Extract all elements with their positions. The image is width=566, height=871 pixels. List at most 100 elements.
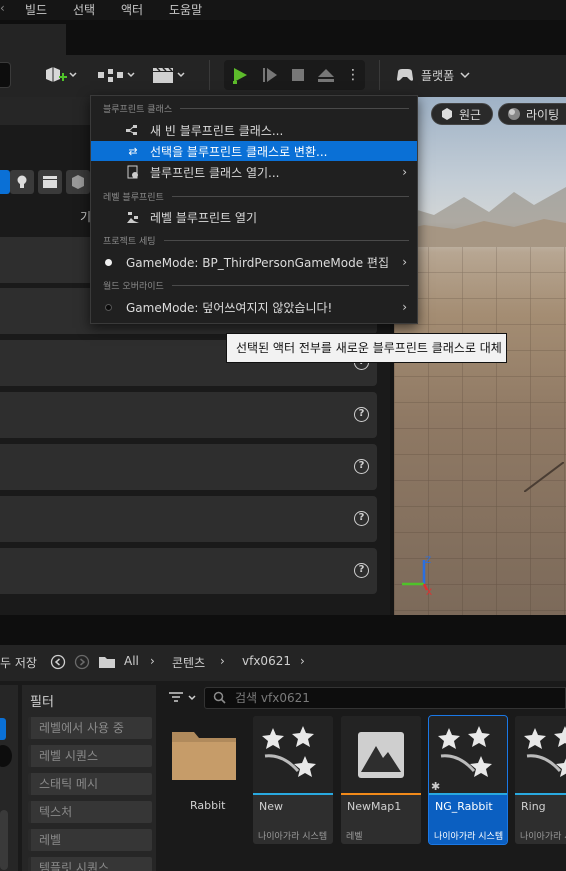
cinematics-button[interactable] xyxy=(150,64,190,86)
shuffle-icon: ⇄ xyxy=(128,144,138,158)
settings-row[interactable]: ? xyxy=(0,496,377,542)
breadcrumb-content[interactable]: 콘텐츠 xyxy=(172,654,205,671)
scrollbar[interactable] xyxy=(0,810,8,870)
add-cube-icon xyxy=(46,67,77,82)
status-dot-icon xyxy=(105,303,112,311)
play-icon xyxy=(233,68,247,84)
level-blueprint-icon xyxy=(125,209,141,225)
sources-panel-strip xyxy=(0,685,18,871)
help-icon[interactable]: ? xyxy=(354,459,369,474)
clapperboard-icon xyxy=(153,67,185,83)
filter-item[interactable]: 텍스처 xyxy=(28,801,152,823)
folder-thumbnail-icon[interactable] xyxy=(170,726,238,782)
menu-section-header: 월드 오버라이드 xyxy=(103,279,409,292)
filter-dropdown-button[interactable] xyxy=(168,690,200,706)
blueprint-menu-button[interactable] xyxy=(96,64,136,86)
status-dot-icon xyxy=(105,258,112,266)
tab-strip xyxy=(0,20,566,55)
asset-tile-new[interactable]: New 나이아가라 시스템 xyxy=(253,716,333,844)
add-actor-button[interactable] xyxy=(40,64,80,86)
asset-name: New xyxy=(259,800,283,813)
level-map-icon xyxy=(358,732,404,778)
asset-name: NG_Rabbit xyxy=(435,800,493,813)
filter-item[interactable]: 레벨에서 사용 중 xyxy=(28,717,152,739)
filter-item[interactable]: 스태틱 메시 xyxy=(28,773,152,795)
lighting-toggle[interactable]: 라이팅 xyxy=(498,103,566,125)
skip-icon xyxy=(263,68,277,82)
stop-button[interactable] xyxy=(286,64,310,86)
filter-panel: 필터 레벨에서 사용 중 레벨 시퀀스 스태틱 메시 텍스처 레벨 템플릿 시퀀… xyxy=(22,685,156,871)
cinematic-icon[interactable] xyxy=(38,170,62,194)
breadcrumb-separator: › xyxy=(150,654,155,668)
menu-bar: ‹ 빌드 선택 액터 도움말 xyxy=(0,0,566,20)
settings-row[interactable]: ? xyxy=(0,548,377,594)
breadcrumb-all[interactable]: All xyxy=(124,654,139,668)
blueprint-nodes-icon xyxy=(98,69,135,82)
menu-select[interactable]: 선택 xyxy=(73,1,95,18)
toolbar-separator-2 xyxy=(379,60,380,90)
back-arrow-icon[interactable] xyxy=(50,654,66,670)
save-all-button[interactable]: 두 저장 xyxy=(0,654,37,671)
shadow-streak xyxy=(524,462,564,492)
menu-edge-glyph: ‹ xyxy=(0,1,5,15)
world-gamemode-item[interactable]: GameMode: 덮어쓰여지지 않았습니다! › xyxy=(91,297,417,317)
help-icon[interactable]: ? xyxy=(354,511,369,526)
asset-tile-newmap1[interactable]: NewMap1 레벨 xyxy=(341,716,421,844)
convert-to-blueprint-item[interactable]: ⇄ 선택을 블루프린트 클래스로 변환... xyxy=(91,141,417,161)
asset-type: 레벨 xyxy=(346,832,363,842)
selected-source-marker xyxy=(0,718,6,740)
chevron-right-icon: › xyxy=(402,165,407,179)
filter-title: 필터 xyxy=(30,695,54,710)
play-button[interactable] xyxy=(228,64,252,86)
lit-sphere-icon xyxy=(508,108,520,120)
chevron-down-icon xyxy=(460,72,470,79)
breadcrumb-separator: › xyxy=(300,654,305,668)
light-bulb-icon[interactable] xyxy=(10,170,34,194)
open-blueprint-class-item[interactable]: 블루프린트 클래스 열기... › xyxy=(91,162,417,182)
svg-text:✱: ✱ xyxy=(431,780,440,793)
select-mode-icon[interactable] xyxy=(0,170,10,194)
new-blueprint-class-item[interactable]: 새 빈 블루프린트 클래스... xyxy=(91,120,417,140)
blueprint-dropdown-menu: 블루프린트 클래스 새 빈 블루프린트 클래스... ⇄ 선택을 블루프린트 클… xyxy=(90,95,418,324)
project-gamemode-item[interactable]: GameMode: BP_ThirdPersonGameMode 편집 › xyxy=(91,252,417,272)
folder-icon xyxy=(99,657,115,668)
open-level-blueprint-item[interactable]: 레벨 블루프린트 열기 xyxy=(91,207,417,227)
forward-arrow-icon[interactable] xyxy=(74,654,90,670)
chevron-right-icon: › xyxy=(402,300,407,314)
settings-row[interactable]: ? xyxy=(0,392,377,438)
breadcrumb-folder[interactable]: vfx0621 xyxy=(242,654,291,668)
gamepad-icon xyxy=(397,69,413,81)
toolbar-separator xyxy=(209,60,210,90)
menu-actor[interactable]: 액터 xyxy=(121,1,143,18)
settings-row[interactable]: ? xyxy=(0,444,377,490)
source-toggle[interactable] xyxy=(0,745,12,767)
more-options-icon[interactable]: ⋮ xyxy=(344,64,362,86)
menu-help[interactable]: 도움말 xyxy=(169,1,202,18)
niagara-system-icon xyxy=(262,726,316,777)
advance-frame-button[interactable] xyxy=(258,64,282,86)
filter-item[interactable]: 레벨 시퀀스 xyxy=(28,745,152,767)
platforms-button[interactable]: 플랫폼 xyxy=(395,63,475,87)
menu-build[interactable]: 빌드 xyxy=(25,1,47,18)
asset-tile-ng-rabbit[interactable]: ✱ NG_Rabbit 나이아가라 시스템 xyxy=(428,715,508,845)
perspective-toggle[interactable]: 원근 xyxy=(431,103,493,125)
eject-button[interactable] xyxy=(314,64,338,86)
cube-icon[interactable] xyxy=(66,170,90,194)
filter-item[interactable]: 레벨 xyxy=(28,829,152,851)
toolbar-field[interactable] xyxy=(0,62,11,88)
stop-icon xyxy=(292,69,304,81)
chevron-right-icon: › xyxy=(402,255,407,269)
search-icon xyxy=(213,691,226,704)
asset-type: 나이아가라 시스템 xyxy=(434,832,504,842)
breadcrumb-separator: › xyxy=(220,654,225,668)
search-input[interactable]: 검색 vfx0621 xyxy=(204,687,566,709)
help-icon[interactable]: ? xyxy=(354,407,369,422)
filter-item[interactable]: 템플릿 시퀀스 xyxy=(28,857,152,871)
menu-section-header: 레벨 블루프린트 xyxy=(103,190,409,203)
level-tab[interactable] xyxy=(0,24,66,55)
asset-tile-ring[interactable]: Ring 나이아가라 시스템 xyxy=(515,716,566,844)
menu-section-header: 프로젝트 세팅 xyxy=(103,234,409,247)
asset-type: 나이아가라 시스템 xyxy=(520,832,566,842)
help-icon[interactable]: ? xyxy=(354,563,369,578)
lighting-label: 라이팅 xyxy=(526,107,560,122)
